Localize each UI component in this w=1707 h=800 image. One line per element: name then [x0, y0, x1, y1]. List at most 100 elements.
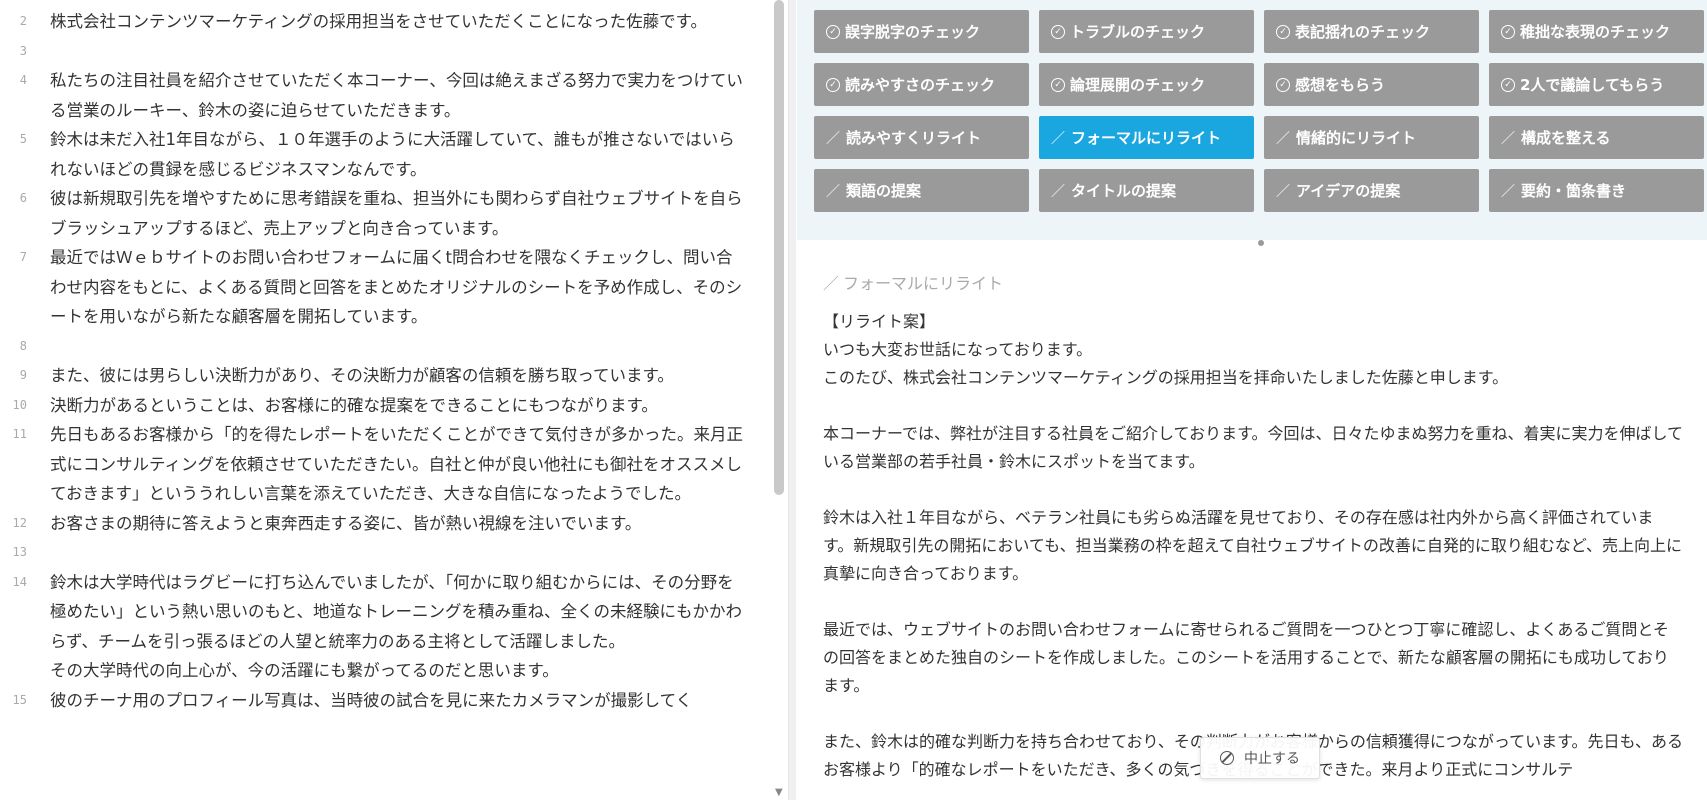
result-body: 【リライト案】いつも大変お世話になっております。このたび、株式会社コンテンツマー…	[823, 308, 1683, 784]
prohibit-icon	[1220, 751, 1234, 765]
check-button[interactable]: ✓ 読みやすさのチェック	[814, 63, 1029, 106]
rewrite-button[interactable]: ／ 要約・箇条書き	[1489, 169, 1704, 212]
line-number: 3	[19, 43, 27, 58]
editor-line[interactable]: 5 鈴木は未だ入社1年目ながら、１０年選手のように大活躍していて、誰もが推さないで…	[0, 125, 770, 184]
button-label: 要約・箇条書き	[1521, 182, 1627, 200]
line-text: 彼は新規取引先を増やすために思考錯誤を重ね、担当外にも関わらず自社ウェブサイトを…	[50, 189, 743, 238]
editor-line[interactable]: 12 お客さまの期待に答えようと東奔西走する姿に、皆が熱い視線を注いでいます。	[0, 509, 770, 539]
line-number: 14	[12, 574, 27, 589]
editor-line[interactable]: 15 彼のチーナ用のプロフィール写真は、当時彼の試合を見に来たカメラマンが撮影して…	[0, 686, 770, 716]
editor-line[interactable]: 10 決断力があるということは、お客様に的確な提案をできることにもつながります。	[0, 391, 770, 421]
editor-line[interactable]: 4 私たちの注目社員を紹介させていただく本コーナー、今回は絶えまざる努力で実力をつ…	[0, 66, 770, 125]
result-paragraph: 最近では、ウェブサイトのお問い合わせフォームに寄せられるご質問を一つひとつ丁寧に…	[823, 616, 1683, 700]
check-circle-icon: ✓	[1501, 77, 1515, 92]
editor-line[interactable]: その大学時代の向上心が、今の活躍にも繋がってるのだと思います。	[0, 656, 770, 686]
editor-line[interactable]: 13	[0, 538, 770, 568]
rewrite-button[interactable]: ／ タイトルの提案	[1039, 169, 1254, 212]
editor-line[interactable]: 9 また、彼には男らしい決断力があり、その決断力が顧客の信頼を勝ち取っています。	[0, 361, 770, 391]
editor-line[interactable]: 7 最近ではＷｅｂサイトのお問い合わせフォームに届くt問合わせを隈なくチェックし、…	[0, 243, 770, 332]
check-circle-icon: ✓	[826, 24, 840, 39]
line-text: お客さまの期待に答えようと東奔西走する姿に、皆が熱い視線を注いでいます。	[50, 513, 642, 533]
line-text: 最近ではＷｅｂサイトのお問い合わせフォームに届くt問合わせを隈なくチェックし、問…	[50, 248, 743, 326]
check-circle-icon: ✓	[826, 77, 840, 92]
button-label: トラブルのチェック	[1070, 23, 1206, 41]
check-button[interactable]: ✓ 誤字脱字のチェック	[814, 10, 1029, 53]
editor-line[interactable]: 2 株式会社コンテンツマーケティングの採用担当をさせていただくことになった佐藤です…	[0, 7, 770, 37]
panel-divider[interactable]	[788, 0, 796, 800]
result-heading: ／ フォーマルにリライト	[823, 270, 1683, 294]
rewrite-button[interactable]: ／ 構成を整える	[1489, 116, 1704, 159]
rewrite-button[interactable]: ／ 情緒的にリライト	[1264, 116, 1479, 159]
action-button-grid: ✓ 誤字脱字のチェック ✓ トラブルのチェック ✓ 表記揺れのチェック ✓ 稚拙な表現のチェッ…	[814, 10, 1704, 212]
line-number: 2	[19, 14, 27, 28]
line-number: 15	[12, 692, 27, 707]
line-number: 6	[19, 191, 27, 205]
line-number: 10	[12, 397, 27, 412]
line-number: 13	[12, 545, 27, 559]
button-label: 2人で議論してもらう	[1520, 76, 1665, 94]
line-text	[50, 37, 55, 67]
check-button[interactable]: ✓ 感想をもらう	[1264, 63, 1479, 106]
line-text: 鈴木は大学時代はラグビーに打ち込んでいましたが、「何かに取り組むからには、その分…	[50, 572, 743, 651]
check-circle-icon: ✓	[1051, 24, 1065, 39]
rewrite-button[interactable]: ／ 読みやすくリライト	[814, 116, 1029, 159]
pencil-icon: ／	[1276, 183, 1290, 200]
line-number: 8	[19, 338, 27, 353]
pencil-icon: ／	[1501, 130, 1515, 147]
line-text: また、彼には男らしい決断力があり、その決断力が顧客の信頼を勝ち取っています。	[50, 366, 674, 385]
rewrite-button[interactable]: ／ 類語の提案	[814, 169, 1029, 212]
check-button[interactable]: ✓ 論理展開のチェック	[1039, 63, 1254, 106]
result-text: 本コーナーでは、弊社が注目する社員をご紹介しております。今回は、日々たゆまぬ努力…	[823, 424, 1684, 471]
result-paragraph: 本コーナーでは、弊社が注目する社員をご紹介しております。今回は、日々たゆまぬ努力…	[823, 420, 1683, 476]
check-button[interactable]: ✓ トラブルのチェック	[1039, 10, 1254, 53]
button-label: 読みやすさのチェック	[845, 76, 996, 94]
check-circle-icon: ✓	[1051, 77, 1065, 92]
button-label: タイトルの提案	[1071, 182, 1177, 200]
pencil-icon: ／	[1276, 130, 1290, 147]
button-label: 類語の提案	[846, 182, 922, 200]
app-root: 2 株式会社コンテンツマーケティングの採用担当をさせていただくことになった佐藤です…	[0, 0, 1707, 800]
stop-button[interactable]: 中止する	[1200, 737, 1320, 779]
button-label: 情緒的にリライト	[1296, 129, 1417, 147]
editor-scrollbar[interactable]: ▼	[770, 0, 788, 800]
check-button[interactable]: ✓ 稚拙な表現のチェック	[1489, 10, 1704, 53]
result-paragraph: 【リライト案】いつも大変お世話になっております。このたび、株式会社コンテンツマー…	[823, 308, 1683, 392]
button-label: 表記揺れのチェック	[1295, 23, 1431, 41]
button-label: 構成を整える	[1521, 129, 1611, 147]
pencil-icon: ／	[1501, 183, 1515, 200]
line-text: 鈴木は未だ入社1年目ながら、１０年選手のように大活躍していて、誰もが推さないでは…	[50, 130, 735, 179]
button-label: 論理展開のチェック	[1070, 76, 1206, 94]
check-circle-icon: ✓	[1276, 24, 1290, 39]
scroll-down-arrow-icon[interactable]: ▼	[775, 787, 783, 798]
line-text: 私たちの注目社員を紹介させていただく本コーナー、今回は絶えまざる努力で実力をつけ…	[50, 71, 743, 120]
pencil-icon: ／	[1051, 130, 1065, 147]
text-editor[interactable]: 2 株式会社コンテンツマーケティングの採用担当をさせていただくことになった佐藤です…	[0, 0, 770, 800]
pencil-icon: ／	[826, 130, 840, 147]
editor-line[interactable]: 14 鈴木は大学時代はラグビーに打ち込んでいましたが、「何かに取り組むからには、そ…	[0, 568, 770, 657]
result-text: 【リライト案】	[823, 312, 936, 331]
editor-line[interactable]: 8	[0, 332, 770, 362]
button-label: 誤字脱字のチェック	[845, 23, 981, 41]
line-text: 株式会社コンテンツマーケティングの採用担当をさせていただくことになった佐藤です。	[50, 12, 708, 31]
editor-line[interactable]: 11 先日もあるお客様から「的を得たレポートをいただくことができて気付きが多かった…	[0, 420, 770, 509]
resize-handle[interactable]	[1258, 240, 1264, 246]
line-number: 5	[19, 132, 27, 146]
result-text: いつも大変お世話になっております。	[823, 340, 1093, 359]
line-number: 12	[12, 515, 27, 530]
button-label: 稚拙な表現のチェック	[1520, 23, 1671, 41]
check-button[interactable]: ✓ 表記揺れのチェック	[1264, 10, 1479, 53]
rewrite-button[interactable]: ／ フォーマルにリライト	[1039, 116, 1254, 159]
line-number: 9	[19, 368, 27, 382]
check-circle-icon: ✓	[1276, 77, 1290, 92]
line-number: 4	[19, 73, 27, 87]
result-text: このたび、株式会社コンテンツマーケティングの採用担当を拝命いたしました佐藤と申し…	[823, 368, 1509, 387]
editor-line[interactable]: 6 彼は新規取引先を増やすために思考錯誤を重ね、担当外にも関わらず自社ウェブサイト…	[0, 184, 770, 243]
editor-line[interactable]: 3	[0, 37, 770, 67]
editor-scrollbar-thumb[interactable]	[774, 0, 784, 495]
rewrite-button[interactable]: ／ アイデアの提案	[1264, 169, 1479, 212]
line-number: 11	[12, 427, 27, 441]
check-circle-icon: ✓	[1501, 24, 1515, 39]
result-output: ／ フォーマルにリライト 【リライト案】いつも大変お世話になっております。このた…	[823, 270, 1683, 784]
result-text: 鈴木は入社１年目ながら、ベテラン社員にも劣らぬ活躍を見せており、その存在感は社内…	[823, 508, 1683, 583]
check-button[interactable]: ✓ 2人で議論してもらう	[1489, 63, 1704, 106]
